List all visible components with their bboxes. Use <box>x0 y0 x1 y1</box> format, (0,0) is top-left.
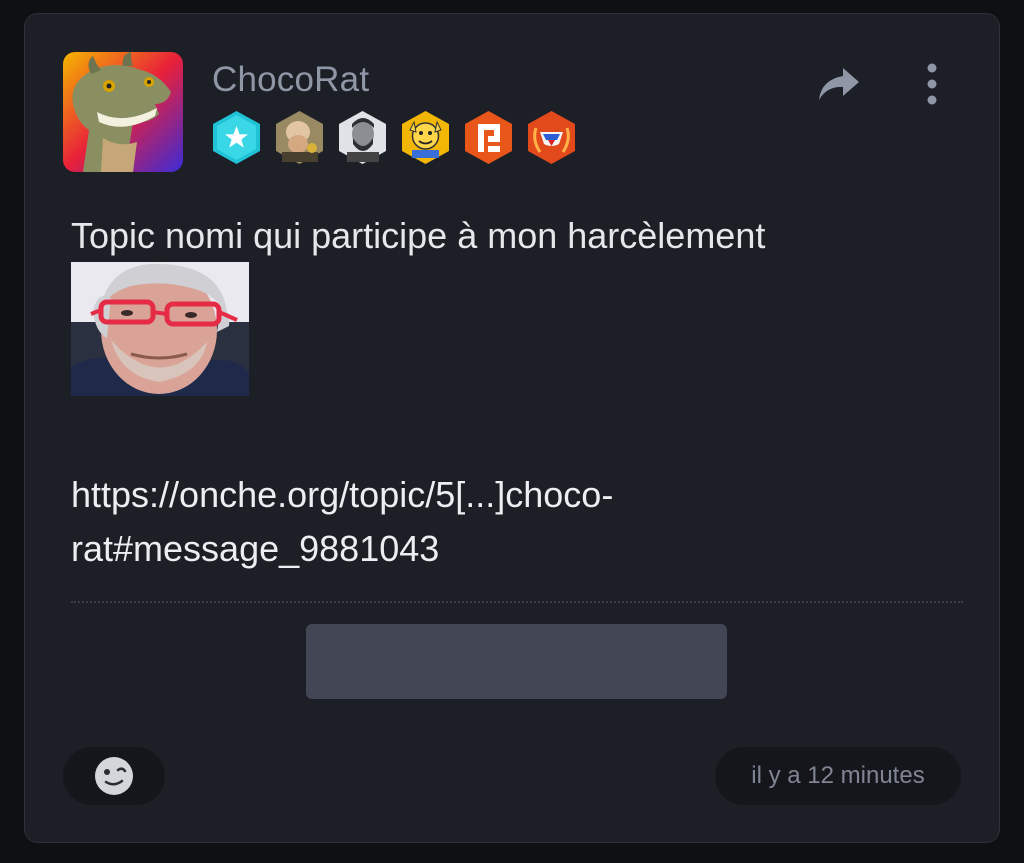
more-options-icon[interactable] <box>918 62 946 106</box>
cartoon-face-badge-icon[interactable] <box>400 110 451 165</box>
badge-list <box>211 110 577 165</box>
star-badge-icon[interactable] <box>211 110 262 165</box>
laurel-badge-icon[interactable] <box>526 110 577 165</box>
user-avatar[interactable] <box>63 52 183 172</box>
bald-man-badge-icon[interactable] <box>274 110 325 165</box>
share-icon[interactable] <box>815 64 863 106</box>
divider <box>71 601 963 603</box>
bearded-man-badge-icon[interactable] <box>337 110 388 165</box>
orange-logo-badge-icon[interactable] <box>463 110 514 165</box>
post-timestamp: il y a 12 minutes <box>715 747 961 805</box>
message-link[interactable]: https://onche.org/topic/5[...]choco-rat#… <box>71 468 771 576</box>
message-link-line2: rat#message_9881043 <box>71 528 440 569</box>
sticker-image <box>71 262 249 396</box>
signature-placeholder <box>306 624 727 699</box>
message-text: Topic nomi qui participe à mon harcèleme… <box>71 215 766 256</box>
reaction-button[interactable] <box>63 747 165 805</box>
emoji-face-icon <box>95 757 133 795</box>
post-card: ChocoRat Topic nomi qui participe à mon … <box>24 13 1000 843</box>
message-link-line1: https://onche.org/topic/5[...]choco- <box>71 474 614 515</box>
username[interactable]: ChocoRat <box>212 60 369 100</box>
